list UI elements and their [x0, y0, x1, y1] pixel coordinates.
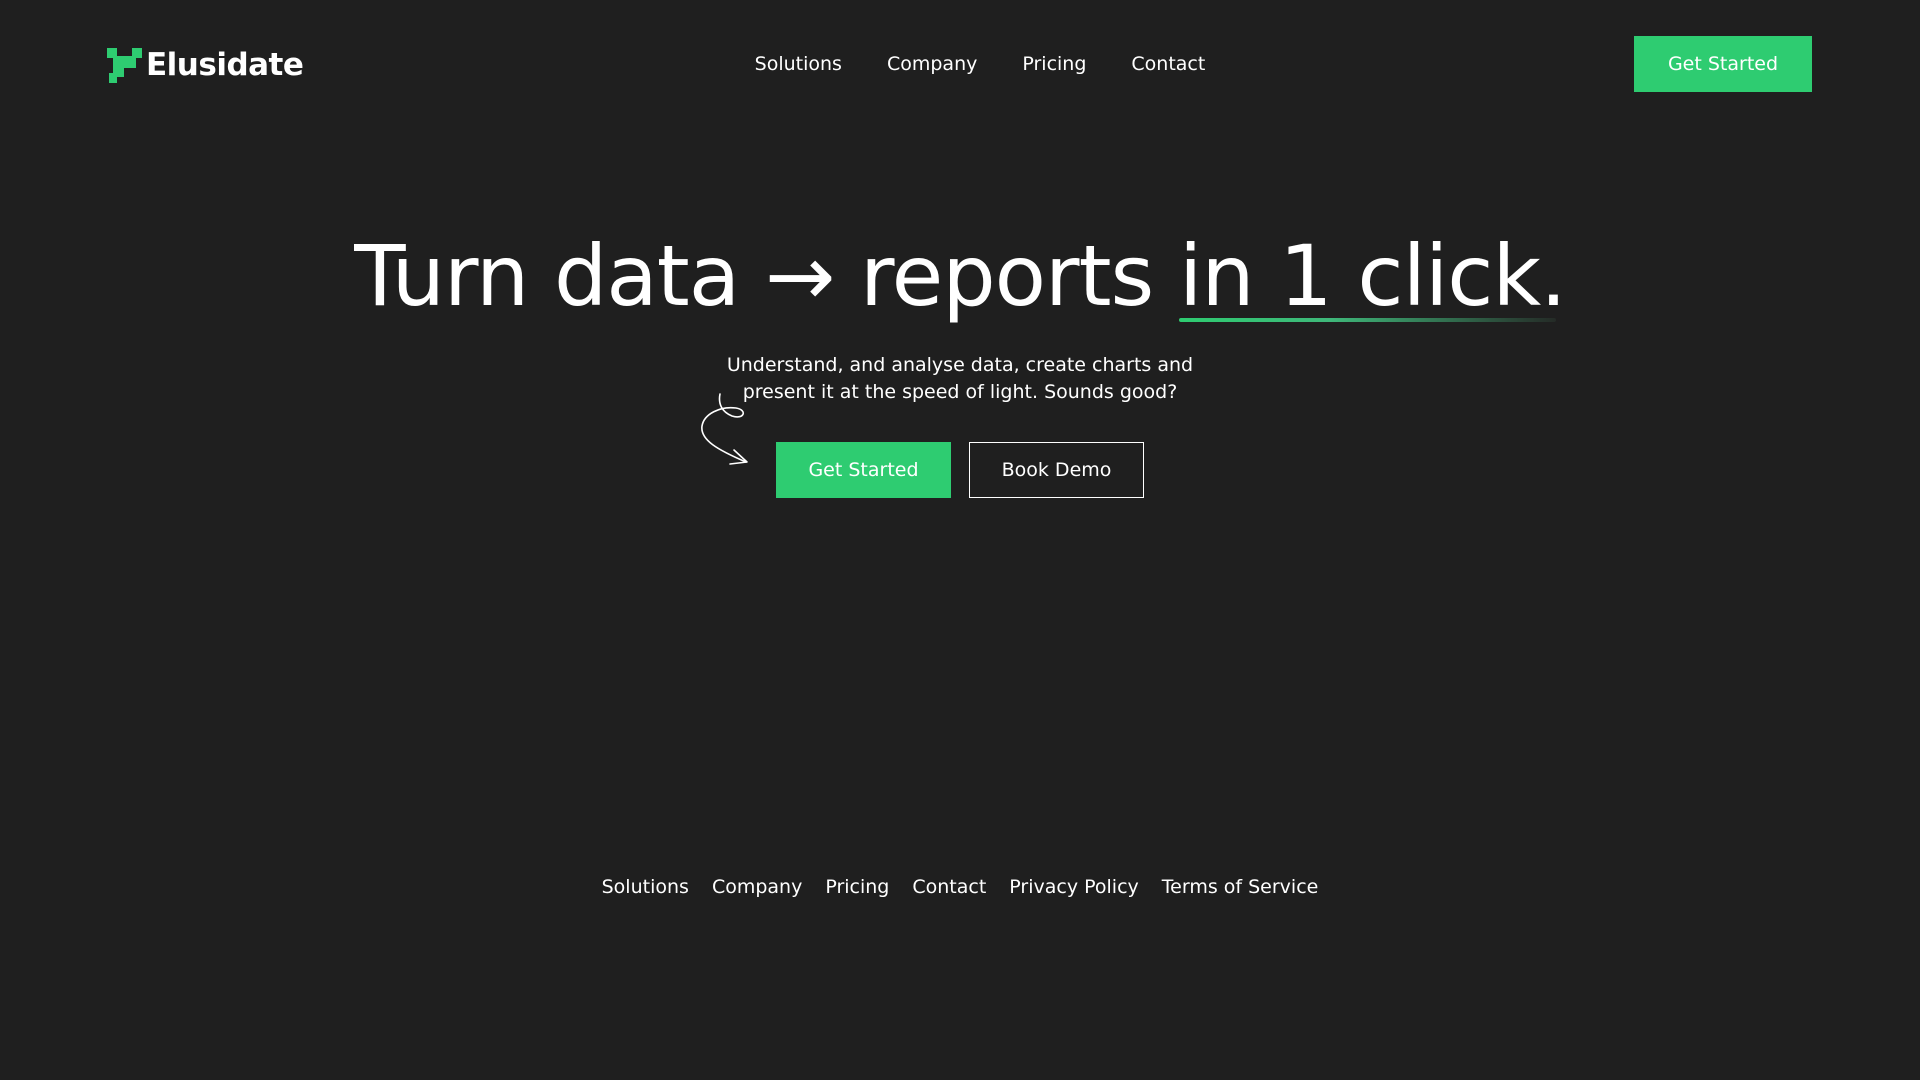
hero-subtitle-line-2: present it at the speed of light. Sounds…: [742, 381, 1178, 403]
hero-title-accent: in 1 click.: [1179, 226, 1567, 328]
hero-get-started-button[interactable]: Get Started: [776, 442, 951, 498]
nav-pricing[interactable]: Pricing: [1022, 52, 1086, 76]
footer-link-contact[interactable]: Contact: [912, 875, 986, 899]
hero-actions: Get Started Book Demo: [776, 442, 1144, 498]
footer-link-terms-of-service[interactable]: Terms of Service: [1162, 875, 1319, 899]
hero-title-main: Turn data → reports: [354, 227, 1179, 325]
hero-subtitle: Understand, and analyse data, create cha…: [0, 352, 1920, 406]
footer-link-solutions[interactable]: Solutions: [602, 875, 689, 899]
nav-company[interactable]: Company: [887, 52, 977, 76]
nav-solutions[interactable]: Solutions: [755, 52, 842, 76]
squiggle-arrow-icon: [701, 393, 748, 465]
footer-link-company[interactable]: Company: [712, 875, 802, 899]
hero-subtitle-line-1: Understand, and analyse data, create cha…: [726, 354, 1194, 376]
footer-nav: Solutions Company Pricing Contact Privac…: [0, 875, 1920, 899]
footer-link-pricing[interactable]: Pricing: [825, 875, 889, 899]
book-demo-button[interactable]: Book Demo: [969, 442, 1144, 498]
nav-contact[interactable]: Contact: [1131, 52, 1205, 76]
hero-title: Turn data → reports in 1 click.: [0, 226, 1920, 328]
footer-link-privacy-policy[interactable]: Privacy Policy: [1009, 875, 1138, 899]
header-get-started-button[interactable]: Get Started: [1634, 36, 1812, 92]
landing-page: Elusidate Solutions Company Pricing Cont…: [0, 0, 1920, 1080]
main-nav: Solutions Company Pricing Contact: [0, 52, 1920, 76]
